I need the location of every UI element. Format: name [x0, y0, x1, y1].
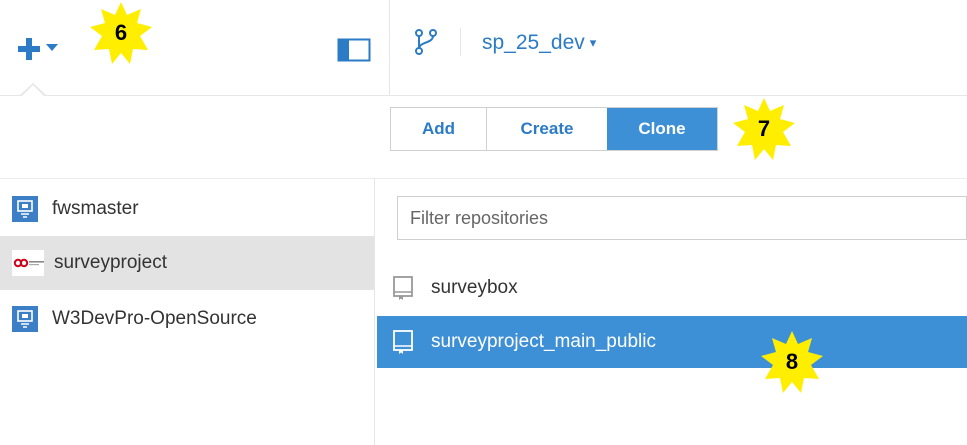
account-label: fwsmaster: [52, 198, 139, 219]
repository-label: surveybox: [431, 277, 518, 298]
callout-number: 7: [757, 116, 771, 141]
sidebar-panel-icon: [337, 38, 371, 62]
repository-item-surveybox[interactable]: surveybox: [377, 262, 967, 314]
tab-create[interactable]: Create: [487, 108, 607, 150]
toolbar-separator: [389, 0, 390, 96]
branch-icon: [415, 29, 437, 55]
menu-notch-inner: [22, 85, 44, 96]
filter-repositories-input[interactable]: [397, 196, 967, 240]
repository-mode-tabs: Add Create Clone: [390, 107, 718, 151]
account-label: surveyproject: [54, 252, 167, 273]
account-label: W3DevPro-OpenSource: [52, 308, 257, 329]
toggle-sidebar-button[interactable]: [337, 36, 371, 64]
caret-down-icon: [46, 44, 58, 51]
callout-marker: 8: [757, 327, 827, 397]
pane-separator: [374, 178, 375, 445]
content-divider: [0, 178, 967, 179]
repository-icon: [393, 276, 413, 300]
branch-name: sp_25_dev: [482, 31, 585, 54]
account-item-surveyproject[interactable]: surveyproject: [0, 236, 374, 290]
repository-label: surveyproject_main_public: [431, 331, 656, 352]
callout-marker: 6: [86, 0, 156, 68]
chevron-down-icon: ▾: [589, 35, 597, 50]
account-item-fwsmaster[interactable]: fwsmaster: [0, 182, 374, 236]
callout-number: 8: [785, 349, 799, 374]
server-account-icon: [12, 306, 38, 332]
add-repository-button[interactable]: [16, 34, 78, 68]
repository-item-surveyproject-main-public[interactable]: surveyproject_main_public: [377, 316, 967, 368]
server-account-icon: [12, 196, 38, 222]
surveyproject-logo: [12, 250, 44, 276]
branch-dropdown[interactable]: sp_25_dev ▾: [482, 26, 596, 60]
account-item-w3devpro-opensource[interactable]: W3DevPro-OpenSource: [0, 292, 374, 346]
callout-number: 6: [114, 20, 128, 45]
plus-icon: [18, 38, 40, 60]
tab-add[interactable]: Add: [391, 108, 487, 150]
callout-marker: 7: [729, 94, 799, 164]
branch-separator: [460, 28, 461, 56]
repository-icon: [393, 330, 413, 354]
tab-clone[interactable]: Clone: [607, 108, 717, 150]
toolbar-border: [0, 95, 967, 96]
